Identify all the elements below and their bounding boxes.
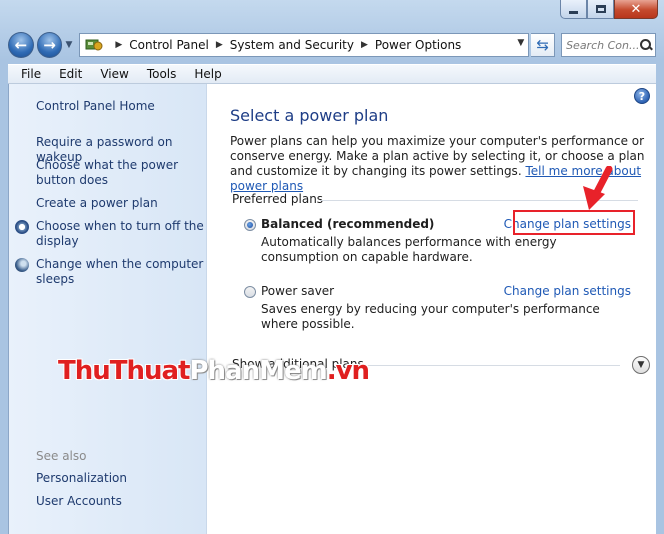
menu-help[interactable]: Help — [185, 67, 230, 81]
red-arrow-annotation-icon — [583, 166, 613, 210]
menu-file[interactable]: File — [12, 67, 50, 81]
watermark-part-2: PhanMem — [189, 356, 327, 386]
highlight-annotation-box — [513, 210, 635, 235]
preferred-plans-label: Preferred plans — [232, 192, 324, 206]
refresh-icon: ⇆ — [536, 36, 549, 54]
power-saver-plan-name[interactable]: Power saver — [261, 284, 334, 298]
refresh-button[interactable]: ⇆ — [531, 33, 556, 57]
control-panel-icon — [85, 39, 103, 51]
menu-edit[interactable]: Edit — [50, 67, 91, 81]
address-bar[interactable]: ▶ Control Panel ▶ System and Security ▶ … — [79, 33, 530, 57]
breadcrumb-control-panel[interactable]: Control Panel — [129, 38, 209, 52]
maximize-icon — [595, 5, 606, 13]
search-input[interactable] — [566, 38, 641, 52]
sidebar-computer-sleeps[interactable]: Change when the computer sleeps — [36, 257, 204, 287]
sidebar-user-accounts[interactable]: User Accounts — [36, 494, 204, 509]
chevron-down-icon: ▼ — [637, 360, 645, 370]
power-saver-radio[interactable] — [244, 286, 256, 298]
search-box[interactable] — [561, 33, 657, 57]
balanced-plan-name[interactable]: Balanced (recommended) — [261, 217, 434, 231]
breadcrumb-system-and-security[interactable]: System and Security — [230, 38, 354, 52]
sidebar-turn-off-display[interactable]: Choose when to turn off the display — [36, 219, 204, 249]
breadcrumb-separator[interactable]: ▶ — [361, 40, 368, 50]
power-saver-plan-description: Saves energy by reducing your computer's… — [261, 302, 600, 331]
sidebar: Control Panel Home Require a password on… — [9, 84, 207, 534]
sidebar-power-button[interactable]: Choose what the power button does — [36, 158, 204, 188]
expand-plans-button[interactable]: ▼ — [632, 356, 650, 374]
help-icon[interactable]: ? — [634, 88, 650, 104]
sidebar-create-plan[interactable]: Create a power plan — [36, 196, 204, 211]
main-panel: ? Select a power plan Power plans can he… — [208, 84, 656, 534]
see-also-label: See also — [36, 449, 87, 463]
forward-button[interactable]: → — [36, 32, 63, 58]
content-area: Control Panel Home Require a password on… — [8, 84, 656, 534]
recent-pages-dropdown[interactable]: ▼ — [65, 40, 75, 50]
display-clock-icon — [15, 220, 29, 234]
watermark-part-3: .vn — [326, 356, 370, 386]
close-icon: ✕ — [630, 1, 642, 17]
power-options-window: ✕ ← → ▼ ▶ Control Panel ▶ System and Sec… — [0, 0, 664, 534]
back-button[interactable]: ← — [8, 32, 34, 58]
show-more-divider — [356, 365, 620, 366]
watermark: ThuThuatPhanMem.vn — [58, 356, 370, 386]
maximize-button[interactable] — [587, 0, 614, 19]
close-button[interactable]: ✕ — [614, 0, 658, 19]
caption-buttons: ✕ — [560, 0, 658, 20]
power-saver-change-settings-link[interactable]: Change plan settings — [504, 284, 631, 298]
navigation-bar: ← → ▼ ▶ Control Panel ▶ System and Secur… — [8, 30, 657, 60]
forward-arrow-icon: → — [43, 35, 56, 54]
minimize-icon — [569, 10, 578, 14]
menu-tools[interactable]: Tools — [138, 67, 186, 81]
menu-bar: File Edit View Tools Help — [8, 64, 656, 84]
balanced-plan-description: Automatically balances performance with … — [261, 235, 557, 264]
page-title: Select a power plan — [230, 106, 389, 125]
sidebar-personalization[interactable]: Personalization — [36, 471, 204, 486]
breadcrumb-separator[interactable]: ▶ — [115, 40, 122, 50]
search-icon[interactable] — [640, 39, 652, 51]
breadcrumb-power-options[interactable]: Power Options — [375, 38, 461, 52]
watermark-part-1: ThuThuat — [58, 356, 190, 386]
back-arrow-icon: ← — [14, 35, 28, 54]
breadcrumb-separator[interactable]: ▶ — [216, 40, 223, 50]
sleep-moon-icon — [15, 258, 29, 272]
balanced-radio[interactable] — [244, 219, 256, 231]
sidebar-control-panel-home[interactable]: Control Panel Home — [36, 99, 204, 114]
menu-view[interactable]: View — [91, 67, 137, 81]
minimize-button[interactable] — [560, 0, 587, 19]
address-history-dropdown[interactable]: ▼ — [517, 38, 524, 48]
